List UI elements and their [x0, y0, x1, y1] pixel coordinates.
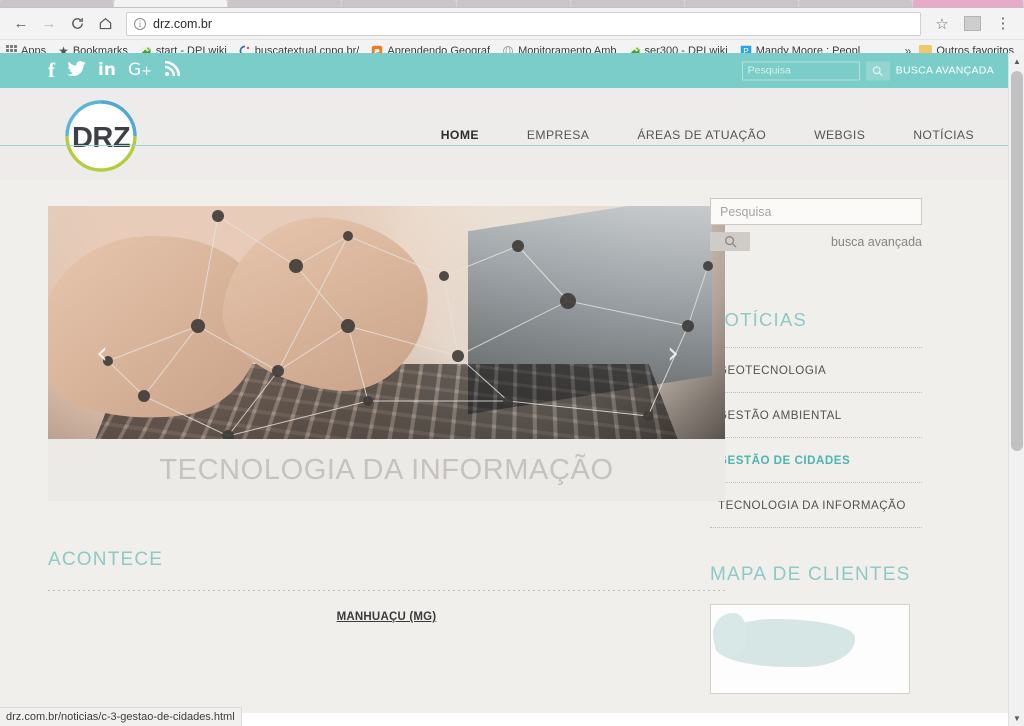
tab-active[interactable] — [114, 0, 228, 7]
news-row: MANHUAÇU (MG) — [48, 611, 725, 623]
nav-item-empresa[interactable]: EMPRESA — [503, 128, 613, 142]
noticias-category-list: GEOTECNOLOGIA GESTÃO AMBIENTAL GESTÃO DE… — [710, 347, 922, 528]
tab[interactable] — [798, 0, 912, 7]
site-header: DRZ HOME EMPRESA ÁREAS DE ATUAÇÃO WEBGIS… — [0, 88, 1008, 180]
tab[interactable] — [342, 0, 456, 7]
mapa-clientes-title: MAPA DE CLIENTES — [710, 564, 911, 585]
nav-item-home[interactable]: HOME — [417, 128, 503, 142]
googleplus-icon[interactable]: G+ — [128, 62, 152, 79]
info-icon[interactable]: i — [134, 17, 146, 30]
tab[interactable] — [228, 0, 342, 7]
advanced-search-link[interactable]: BUSCA AVANÇADA — [896, 65, 994, 77]
sidebar-search-row: busca avançada — [710, 232, 922, 251]
scrollbar-thumb[interactable] — [1011, 71, 1023, 451]
url-text: drz.com.br — [153, 16, 213, 31]
scroll-down-icon[interactable]: ▼ — [1009, 710, 1024, 726]
carousel-caption: TECNOLOGIA DA INFORMAÇÃO — [48, 439, 725, 501]
rss-icon[interactable] — [164, 60, 181, 81]
home-icon[interactable] — [92, 11, 118, 37]
category-tecnologia-da-informacao[interactable]: TECNOLOGIA DA INFORMAÇÃO — [710, 482, 922, 528]
facebook-icon[interactable]: f — [48, 60, 55, 81]
nav-item-webgis[interactable]: WEBGIS — [790, 128, 889, 142]
acontece-section: ACONTECE MANHUAÇU (MG) — [48, 549, 725, 623]
tab[interactable] — [0, 0, 114, 7]
topbar-search-button[interactable] — [865, 61, 890, 80]
sidebar-search: busca avançada — [710, 198, 962, 251]
header-divider — [0, 145, 1008, 146]
tab[interactable] — [684, 0, 798, 7]
sidebar-search-input[interactable] — [710, 198, 922, 225]
status-url-text: drz.com.br/noticias/c-3-gestao-de-cidade… — [6, 711, 235, 723]
extension-icon[interactable] — [964, 16, 981, 31]
tab[interactable] — [456, 0, 570, 7]
status-bar: drz.com.br/noticias/c-3-gestao-de-cidade… — [0, 707, 242, 726]
tab-strip[interactable] — [0, 0, 1024, 8]
news-city-link[interactable]: MANHUAÇU (MG) — [337, 611, 437, 623]
sidebar: busca avançada NOTÍCIAS GEOTECNOLOGIA GE… — [700, 180, 1008, 713]
linkedin-icon[interactable]: in — [98, 62, 116, 79]
carousel-next-icon[interactable]: › — [667, 338, 679, 369]
map-shape — [713, 613, 747, 657]
browser-toolbar: ← → i drz.com.br ☆ ⋮ — [0, 8, 1024, 40]
category-gestao-de-cidades[interactable]: GESTÃO DE CIDADES — [710, 437, 922, 482]
bookmark-star-icon[interactable]: ☆ — [929, 11, 955, 37]
main-nav: HOME EMPRESA ÁREAS DE ATUAÇÃO WEBGIS NOT… — [417, 128, 998, 142]
menu-icon[interactable]: ⋮ — [990, 11, 1016, 37]
svg-text:DRZ: DRZ — [72, 122, 130, 154]
tab[interactable] — [913, 0, 1023, 7]
forward-icon[interactable]: → — [36, 11, 62, 37]
site-logo[interactable]: DRZ — [58, 97, 144, 175]
address-bar[interactable]: i drz.com.br — [126, 11, 921, 36]
mapa-clientes-section: MAPA DE CLIENTES — [710, 564, 922, 694]
noticias-title: NOTÍCIAS — [710, 309, 807, 330]
topbar-search: BUSCA AVANÇADA — [741, 61, 994, 80]
back-icon[interactable]: ← — [8, 11, 34, 37]
client-map-thumbnail[interactable] — [710, 604, 910, 694]
category-gestao-ambiental[interactable]: GESTÃO AMBIENTAL — [710, 392, 922, 437]
browser-window: ← → i drz.com.br ☆ ⋮ Apps ★ Bookmarks st… — [0, 0, 1024, 726]
reload-icon[interactable] — [64, 11, 90, 37]
website-page: f in G+ BUSCA AVANÇADA — [0, 53, 1008, 713]
page-viewport: f in G+ BUSCA AVANÇADA — [0, 53, 1024, 713]
nav-item-noticias[interactable]: NOTÍCIAS — [889, 128, 998, 142]
scroll-up-icon[interactable]: ▲ — [1009, 53, 1024, 69]
site-topbar: f in G+ BUSCA AVANÇADA — [0, 53, 1008, 88]
divider — [48, 590, 725, 591]
hero-carousel[interactable]: ‹ › TECNOLOGIA DA INFORMAÇÃO — [48, 206, 725, 501]
sidebar-advanced-search-link[interactable]: busca avançada — [831, 235, 922, 249]
topbar-search-input[interactable] — [741, 61, 860, 80]
nav-item-areas-de-atuacao[interactable]: ÁREAS DE ATUAÇÃO — [613, 128, 790, 142]
carousel-prev-icon[interactable]: ‹ — [96, 338, 108, 369]
drz-logo-icon: DRZ — [65, 100, 137, 172]
noticias-section: NOTÍCIAS GEOTECNOLOGIA GESTÃO AMBIENTAL … — [710, 309, 922, 528]
main-column: ‹ › TECNOLOGIA DA INFORMAÇÃO ACONTECE MA… — [0, 180, 725, 713]
page-scrollbar[interactable]: ▲ ▼ — [1008, 53, 1024, 726]
acontece-title: ACONTECE — [48, 549, 164, 570]
twitter-icon[interactable] — [67, 60, 86, 81]
page-content: ‹ › TECNOLOGIA DA INFORMAÇÃO ACONTECE MA… — [0, 180, 1008, 713]
sidebar-search-button[interactable] — [710, 232, 750, 251]
tab[interactable] — [570, 0, 684, 7]
category-geotecnologia[interactable]: GEOTECNOLOGIA — [710, 347, 922, 392]
social-links: f in G+ — [48, 60, 181, 81]
